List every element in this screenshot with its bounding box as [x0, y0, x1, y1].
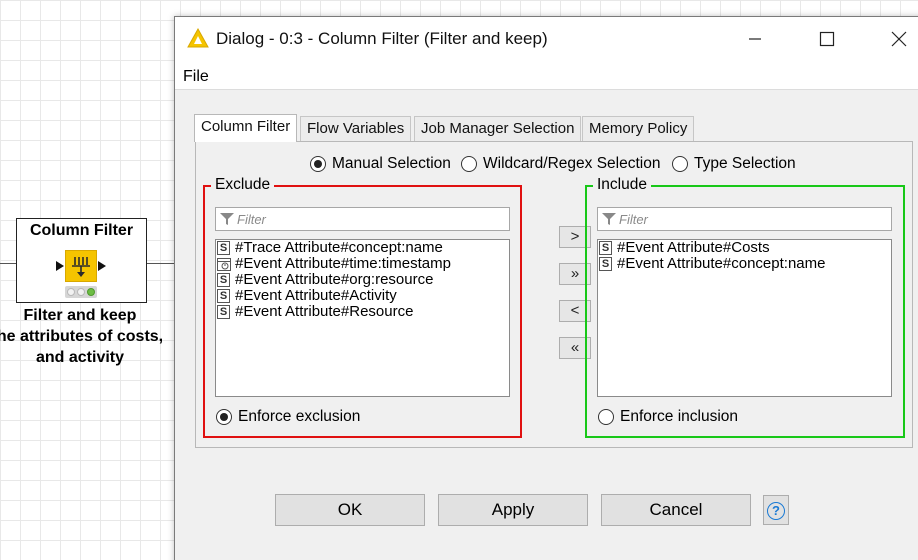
string-type-icon: S [217, 305, 230, 319]
tab-job-manager-selection[interactable]: Job Manager Selection [414, 116, 582, 141]
enforce-inclusion-radio[interactable] [598, 409, 614, 425]
exclude-group: Exclude Filter S #Trace Attribute#concep… [203, 176, 522, 438]
date-time-type-icon [217, 258, 231, 271]
wildcard-regex-selection-radio[interactable] [461, 156, 477, 172]
node-input-port[interactable] [56, 261, 64, 271]
enforce-exclusion-radio[interactable] [216, 409, 232, 425]
tab-column-filter[interactable]: Column Filter [194, 114, 298, 142]
maximize-button[interactable] [807, 25, 847, 53]
list-item[interactable]: S #Event Attribute#Activity [216, 288, 509, 304]
maximize-icon [819, 31, 835, 47]
node-status-traffic-light [65, 286, 97, 298]
string-type-icon: S [599, 241, 612, 255]
column-filter-node[interactable]: Column Filter [16, 218, 147, 303]
exclude-column-list[interactable]: S #Trace Attribute#concept:name #Event A… [215, 239, 510, 397]
column-filter-icon [65, 250, 97, 282]
manual-selection-label[interactable]: Manual Selection [332, 155, 451, 173]
tab-memory-policy[interactable]: Memory Policy [582, 116, 695, 141]
close-button[interactable] [879, 25, 918, 53]
list-item[interactable]: S #Event Attribute#Resource [216, 304, 509, 320]
menu-file[interactable]: File [183, 68, 209, 86]
list-item[interactable]: S #Trace Attribute#concept:name [216, 240, 509, 256]
enforce-exclusion-label[interactable]: Enforce exclusion [238, 408, 360, 426]
exclude-title: Exclude [211, 176, 275, 194]
string-type-icon: S [217, 289, 230, 303]
include-group: Include Filter S #Event Attribute#Costs … [585, 176, 905, 438]
filter-funnel-icon [220, 213, 234, 225]
string-type-icon: S [217, 241, 230, 255]
minimize-icon [749, 38, 761, 40]
ok-button[interactable]: OK [275, 494, 425, 526]
node-title: Column Filter [29, 222, 134, 239]
minimize-button[interactable] [735, 25, 775, 53]
close-icon [891, 31, 907, 47]
exclude-filter-input[interactable]: Filter [215, 207, 510, 231]
menu-bar: File [175, 61, 918, 89]
help-button[interactable]: ? [763, 495, 789, 525]
column-filter-dialog: Dialog - 0:3 - Column Filter (Filter and… [174, 16, 918, 560]
list-item[interactable]: S #Event Attribute#org:resource [216, 272, 509, 288]
string-type-icon: S [217, 273, 230, 287]
cancel-button[interactable]: Cancel [601, 494, 751, 526]
node-caption: Filter and keep he attributes of costs, … [0, 307, 164, 366]
type-selection-label[interactable]: Type Selection [694, 155, 796, 173]
manual-selection-radio[interactable] [310, 156, 326, 172]
type-selection-radio[interactable] [672, 156, 688, 172]
filter-funnel-icon [602, 213, 616, 225]
list-item[interactable]: S #Event Attribute#Costs [598, 240, 891, 256]
title-bar[interactable]: Dialog - 0:3 - Column Filter (Filter and… [175, 17, 918, 61]
string-type-icon: S [599, 257, 612, 271]
tab-flow-variables[interactable]: Flow Variables [300, 116, 412, 141]
dialog-title: Dialog - 0:3 - Column Filter (Filter and… [216, 29, 548, 48]
apply-button[interactable]: Apply [438, 494, 588, 526]
knime-logo-icon [187, 27, 209, 53]
enforce-inclusion-label[interactable]: Enforce inclusion [620, 408, 738, 426]
include-column-list[interactable]: S #Event Attribute#Costs S #Event Attrib… [597, 239, 892, 397]
include-title: Include [593, 176, 651, 194]
help-icon: ? [767, 502, 785, 520]
list-item[interactable]: S #Event Attribute#concept:name [598, 256, 891, 272]
wildcard-regex-selection-label[interactable]: Wildcard/Regex Selection [483, 155, 660, 173]
node-output-port[interactable] [98, 261, 106, 271]
dialog-body: Column Filter Flow Variables Job Manager… [175, 89, 918, 560]
include-filter-input[interactable]: Filter [597, 207, 892, 231]
list-item[interactable]: #Event Attribute#time:timestamp [216, 256, 509, 272]
column-filter-panel: Manual Selection Wildcard/Regex Selectio… [195, 141, 913, 448]
